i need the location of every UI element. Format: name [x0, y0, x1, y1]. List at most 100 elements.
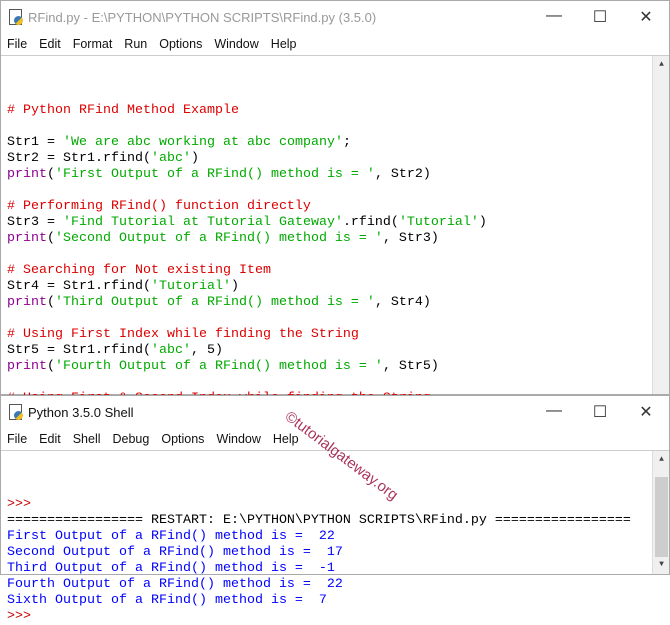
- menu-edit[interactable]: Edit: [39, 432, 61, 446]
- code-line: print('Fourth Output of a RFind() method…: [1, 359, 669, 375]
- token-string: 'Fourth Output of a RFind() method is = …: [55, 359, 383, 374]
- code-line: Str4 = Str1.rfind('Tutorial'): [1, 279, 669, 295]
- menu-window[interactable]: Window: [214, 37, 258, 51]
- token-plain: (: [47, 231, 55, 246]
- token-plain: , Str3): [382, 231, 439, 246]
- code-line: print('First Output of a RFind() method …: [1, 167, 669, 183]
- menu-help[interactable]: Help: [271, 37, 297, 51]
- token-comment: # Using First Index while finding the St…: [7, 327, 359, 342]
- maximize-button[interactable]: ☐: [577, 402, 623, 422]
- menu-window[interactable]: Window: [216, 432, 260, 446]
- code-line: Sixth Output of a RFind() method is = 7: [1, 593, 669, 609]
- editor-scrollbar[interactable]: ▲: [652, 56, 669, 394]
- token-string: 'Third Output of a RFind() method is = ': [55, 295, 375, 310]
- minimize-button[interactable]: —: [531, 7, 577, 27]
- token-plain: , Str2): [374, 167, 431, 182]
- token-plain: Str1 =: [7, 135, 63, 150]
- token-prompt: >>>: [7, 497, 39, 512]
- token-string: 'abc': [150, 151, 191, 166]
- shell-title: Python 3.5.0 Shell: [28, 404, 134, 420]
- code-line: Str2 = Str1.rfind('abc'): [1, 151, 669, 167]
- shell-title-bar: Python 3.5.0 Shell — ☐ ✕: [1, 396, 669, 428]
- code-line: # Searching for Not existing Item: [1, 263, 669, 279]
- code-line: Second Output of a RFind() method is = 1…: [1, 545, 669, 561]
- token-comment: # Python RFind Method Example: [7, 103, 239, 118]
- editor-window: RFind.py - E:\PYTHON\PYTHON SCRIPTS\RFin…: [0, 0, 670, 438]
- idle-file-icon: [8, 9, 24, 25]
- menu-options[interactable]: Options: [161, 432, 204, 446]
- token-plain: ): [478, 215, 487, 230]
- code-line: ================= RESTART: E:\PYTHON\PYT…: [1, 513, 669, 529]
- code-line: # Performing RFind() function directly: [1, 199, 669, 215]
- menu-debug[interactable]: Debug: [113, 432, 150, 446]
- scroll-up-icon[interactable]: ▲: [654, 452, 669, 468]
- token-builtin: print: [7, 167, 47, 182]
- token-plain: ): [190, 151, 199, 166]
- code-line: # Using First Index while finding the St…: [1, 327, 669, 343]
- code-line: print('Second Output of a RFind() method…: [1, 231, 669, 247]
- token-prompt: >>>: [7, 609, 39, 624]
- menu-shell[interactable]: Shell: [73, 432, 101, 446]
- shell-scrollbar[interactable]: ▲ ▼: [652, 451, 669, 574]
- token-plain: Str4 = Str1.rfind(: [7, 279, 151, 294]
- code-line: >>>: [1, 609, 669, 625]
- shell-menu-bar: File Edit Shell Debug Options Window Help: [1, 428, 669, 450]
- code-line: Str1 = 'We are abc working at abc compan…: [1, 135, 669, 151]
- menu-run[interactable]: Run: [124, 37, 147, 51]
- token-string: 'We are abc working at abc company': [63, 135, 343, 150]
- token-plain: , Str4): [374, 295, 431, 310]
- menu-help[interactable]: Help: [273, 432, 299, 446]
- token-string: 'Find Tutorial at Tutorial Gateway': [63, 215, 343, 230]
- token-plain: ): [230, 279, 239, 294]
- token-string: 'Second Output of a RFind() method is = …: [55, 231, 383, 246]
- code-line: Str3 = 'Find Tutorial at Tutorial Gatewa…: [1, 215, 669, 231]
- token-out: Third Output of a RFind() method is = -1: [7, 561, 335, 576]
- token-plain: Str5 = Str1.rfind(: [7, 343, 151, 358]
- scroll-down-icon[interactable]: ▼: [654, 557, 669, 573]
- token-plain: , 5): [190, 343, 223, 358]
- token-plain: (: [47, 167, 55, 182]
- shell-window: Python 3.5.0 Shell — ☐ ✕ File Edit Shell De…: [0, 395, 670, 624]
- token-plain: Str2 = Str1.rfind(: [7, 151, 151, 166]
- code-editor[interactable]: ▲ # Python RFind Method Example Str1 = 'W…: [1, 55, 669, 438]
- menu-file[interactable]: File: [7, 37, 27, 51]
- token-builtin: print: [7, 231, 47, 246]
- token-plain: Str3 =: [7, 215, 63, 230]
- token-builtin: print: [7, 295, 47, 310]
- code-line: >>>: [1, 497, 669, 513]
- code-line: First Output of a RFind() method is = 22: [1, 529, 669, 545]
- token-out: Second Output of a RFind() method is = 1…: [7, 545, 343, 560]
- menu-file[interactable]: File: [7, 432, 27, 446]
- minimize-button[interactable]: —: [531, 402, 577, 422]
- token-plain: , Str5): [382, 359, 439, 374]
- close-button[interactable]: ✕: [623, 402, 669, 422]
- token-out: First Output of a RFind() method is = 22: [7, 529, 335, 544]
- token-string: 'abc': [150, 343, 191, 358]
- scroll-thumb[interactable]: [655, 74, 668, 376]
- token-out: Fourth Output of a RFind() method is = 2…: [7, 577, 343, 592]
- menu-format[interactable]: Format: [73, 37, 113, 51]
- token-comment: # Searching for Not existing Item: [7, 263, 271, 278]
- token-builtin: print: [7, 359, 47, 374]
- python-shell-icon: [8, 404, 24, 420]
- editor-title-bar: RFind.py - E:\PYTHON\PYTHON SCRIPTS\RFin…: [1, 1, 669, 33]
- maximize-button[interactable]: ☐: [577, 7, 623, 27]
- code-line: # Python RFind Method Example: [1, 103, 669, 119]
- token-string: 'Tutorial': [150, 279, 231, 294]
- token-string: 'Tutorial': [398, 215, 479, 230]
- token-plain: ================= RESTART: E:\PYTHON\PYT…: [7, 513, 631, 528]
- scroll-thumb[interactable]: [655, 477, 668, 557]
- menu-edit[interactable]: Edit: [39, 37, 61, 51]
- scroll-up-icon[interactable]: ▲: [654, 57, 669, 73]
- code-line: Fourth Output of a RFind() method is = 2…: [1, 577, 669, 593]
- code-line: print('Third Output of a RFind() method …: [1, 295, 669, 311]
- menu-options[interactable]: Options: [159, 37, 202, 51]
- token-plain: (: [47, 359, 55, 374]
- close-button[interactable]: ✕: [623, 7, 669, 27]
- shell-output[interactable]: ▲ ▼ >>> ================= RESTART: E:\PYT…: [1, 450, 669, 624]
